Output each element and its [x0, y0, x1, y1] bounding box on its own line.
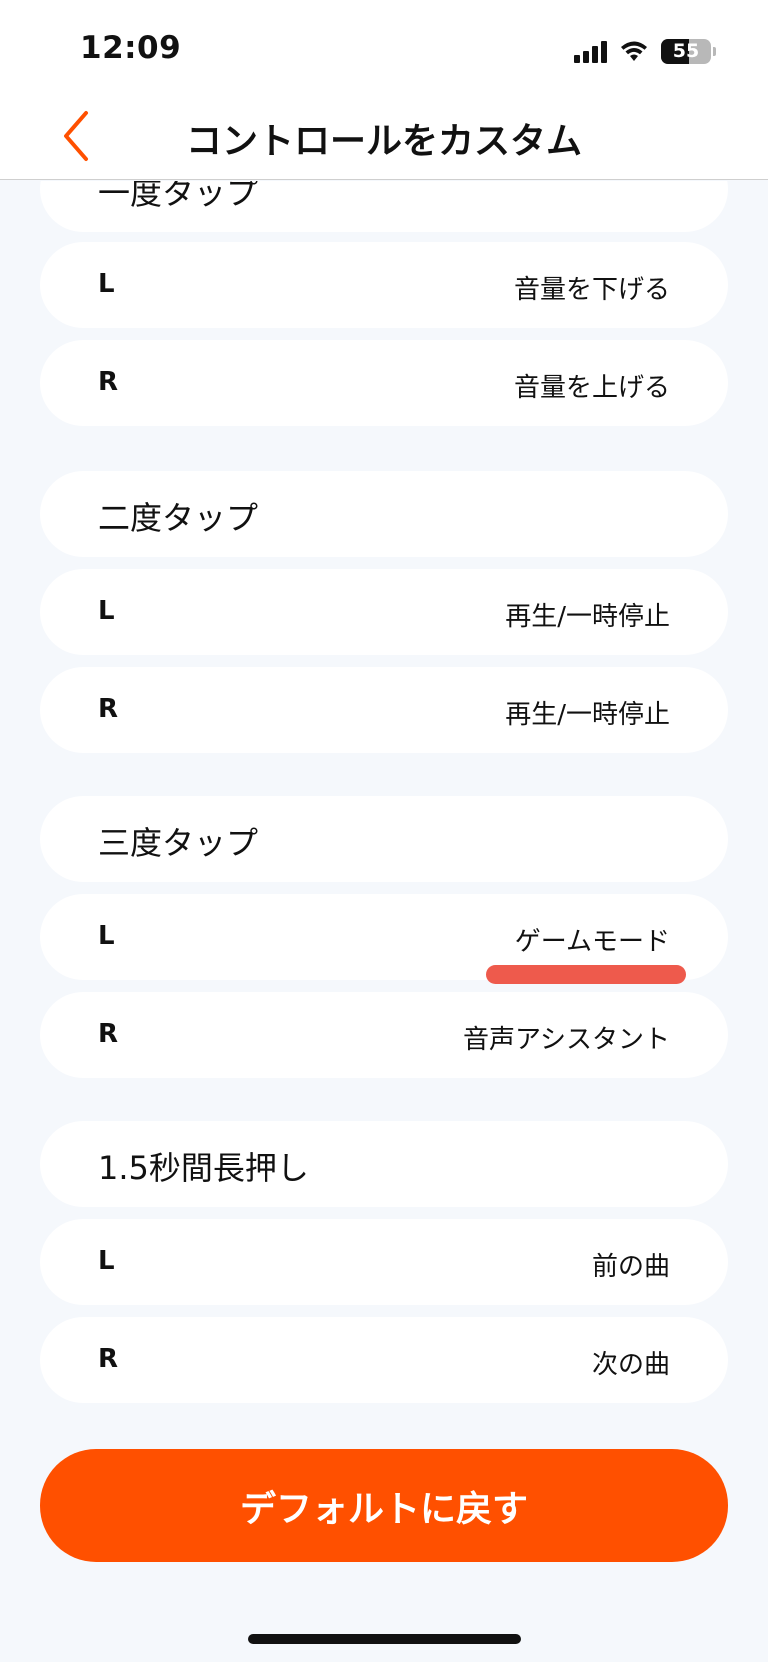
status-bar: 12:09 55: [0, 0, 768, 92]
side-label: L: [98, 269, 115, 299]
page-title: コントロールをカスタム: [185, 121, 582, 162]
side-label: L: [98, 1246, 115, 1276]
control-row-left[interactable]: L 再生/一時停止: [40, 569, 728, 655]
action-value: 再生/一時停止: [505, 602, 670, 632]
home-indicator: [248, 1634, 521, 1644]
battery-percent: 55: [672, 40, 700, 62]
section-title: 三度タップ: [98, 824, 259, 862]
side-label: L: [98, 921, 115, 951]
section-title: 1.5秒間長押し: [98, 1149, 309, 1187]
action-value: 音声アシスタント: [463, 1025, 670, 1055]
control-row-right[interactable]: R 再生/一時停止: [40, 667, 728, 753]
action-value: 音量を下げる: [513, 275, 670, 305]
section-header: 三度タップ: [40, 796, 728, 882]
highlight-underline: [486, 965, 686, 984]
section-title: 二度タップ: [98, 499, 259, 537]
side-label: L: [98, 596, 115, 626]
status-time: 12:09: [80, 30, 182, 66]
control-row-right[interactable]: R 次の曲: [40, 1317, 728, 1403]
section-title: 一度タップ: [98, 181, 259, 212]
control-settings-list: 一度タップ L 音量を下げる R 音量を上げる 二度タップ L 再生/一時停止 …: [0, 181, 768, 1431]
section-header: 二度タップ: [40, 471, 728, 557]
cellular-signal-icon: [574, 39, 607, 63]
status-icons: 55: [574, 36, 716, 66]
action-value: 音量を上げる: [513, 373, 670, 403]
reset-to-default-button[interactable]: デフォルトに戻す: [40, 1449, 728, 1562]
side-label: R: [98, 1344, 119, 1374]
action-value: ゲームモード: [514, 927, 670, 957]
control-row-left[interactable]: L 前の曲: [40, 1219, 728, 1305]
side-label: R: [98, 694, 119, 724]
section-header: 1.5秒間長押し: [40, 1121, 728, 1207]
control-row-right[interactable]: R 音量を上げる: [40, 340, 728, 426]
action-value: 前の曲: [591, 1252, 670, 1282]
control-row-right[interactable]: R 音声アシスタント: [40, 992, 728, 1078]
side-label: R: [98, 1019, 119, 1049]
side-label: R: [98, 367, 119, 397]
section-header: 一度タップ: [40, 181, 728, 232]
control-row-left[interactable]: L 音量を下げる: [40, 242, 728, 328]
action-value: 再生/一時停止: [505, 700, 670, 730]
wifi-icon: [621, 41, 647, 61]
action-value: 次の曲: [591, 1350, 670, 1380]
navigation-bar: コントロールをカスタム: [0, 92, 768, 180]
battery-icon: 55: [661, 38, 711, 64]
